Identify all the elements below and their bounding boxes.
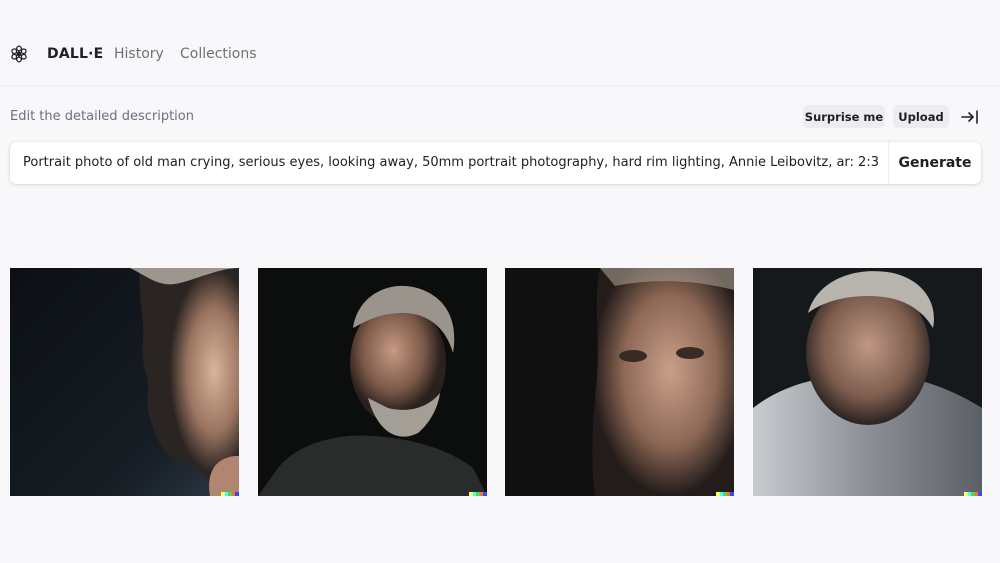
portrait-image — [505, 268, 734, 496]
prompt-box: Generate — [10, 142, 981, 184]
openai-logo-icon[interactable] — [9, 44, 29, 64]
result-image-3[interactable] — [505, 268, 734, 496]
dalle-signature — [469, 492, 487, 496]
portrait-image — [258, 268, 487, 496]
generate-button[interactable]: Generate — [889, 142, 981, 184]
top-navigation-bar: DALL·E History Collections — [0, 0, 1000, 86]
nav-history-link[interactable]: History — [114, 46, 164, 62]
dalle-signature — [964, 492, 982, 496]
upload-button[interactable]: Upload — [893, 105, 949, 128]
result-image-4[interactable] — [753, 268, 982, 496]
nav-collections-link[interactable]: Collections — [180, 46, 257, 62]
portrait-image — [10, 268, 239, 496]
prompt-input[interactable] — [10, 142, 888, 184]
portrait-image — [753, 268, 982, 496]
dalle-signature — [221, 492, 239, 496]
collapse-right-icon[interactable] — [960, 108, 980, 126]
dalle-signature — [716, 492, 734, 496]
prompt-label: Edit the detailed description — [10, 109, 194, 124]
brand-link[interactable]: DALL·E — [47, 46, 103, 62]
result-image-1[interactable] — [10, 268, 239, 496]
result-image-2[interactable] — [258, 268, 487, 496]
surprise-me-button[interactable]: Surprise me — [803, 105, 885, 128]
